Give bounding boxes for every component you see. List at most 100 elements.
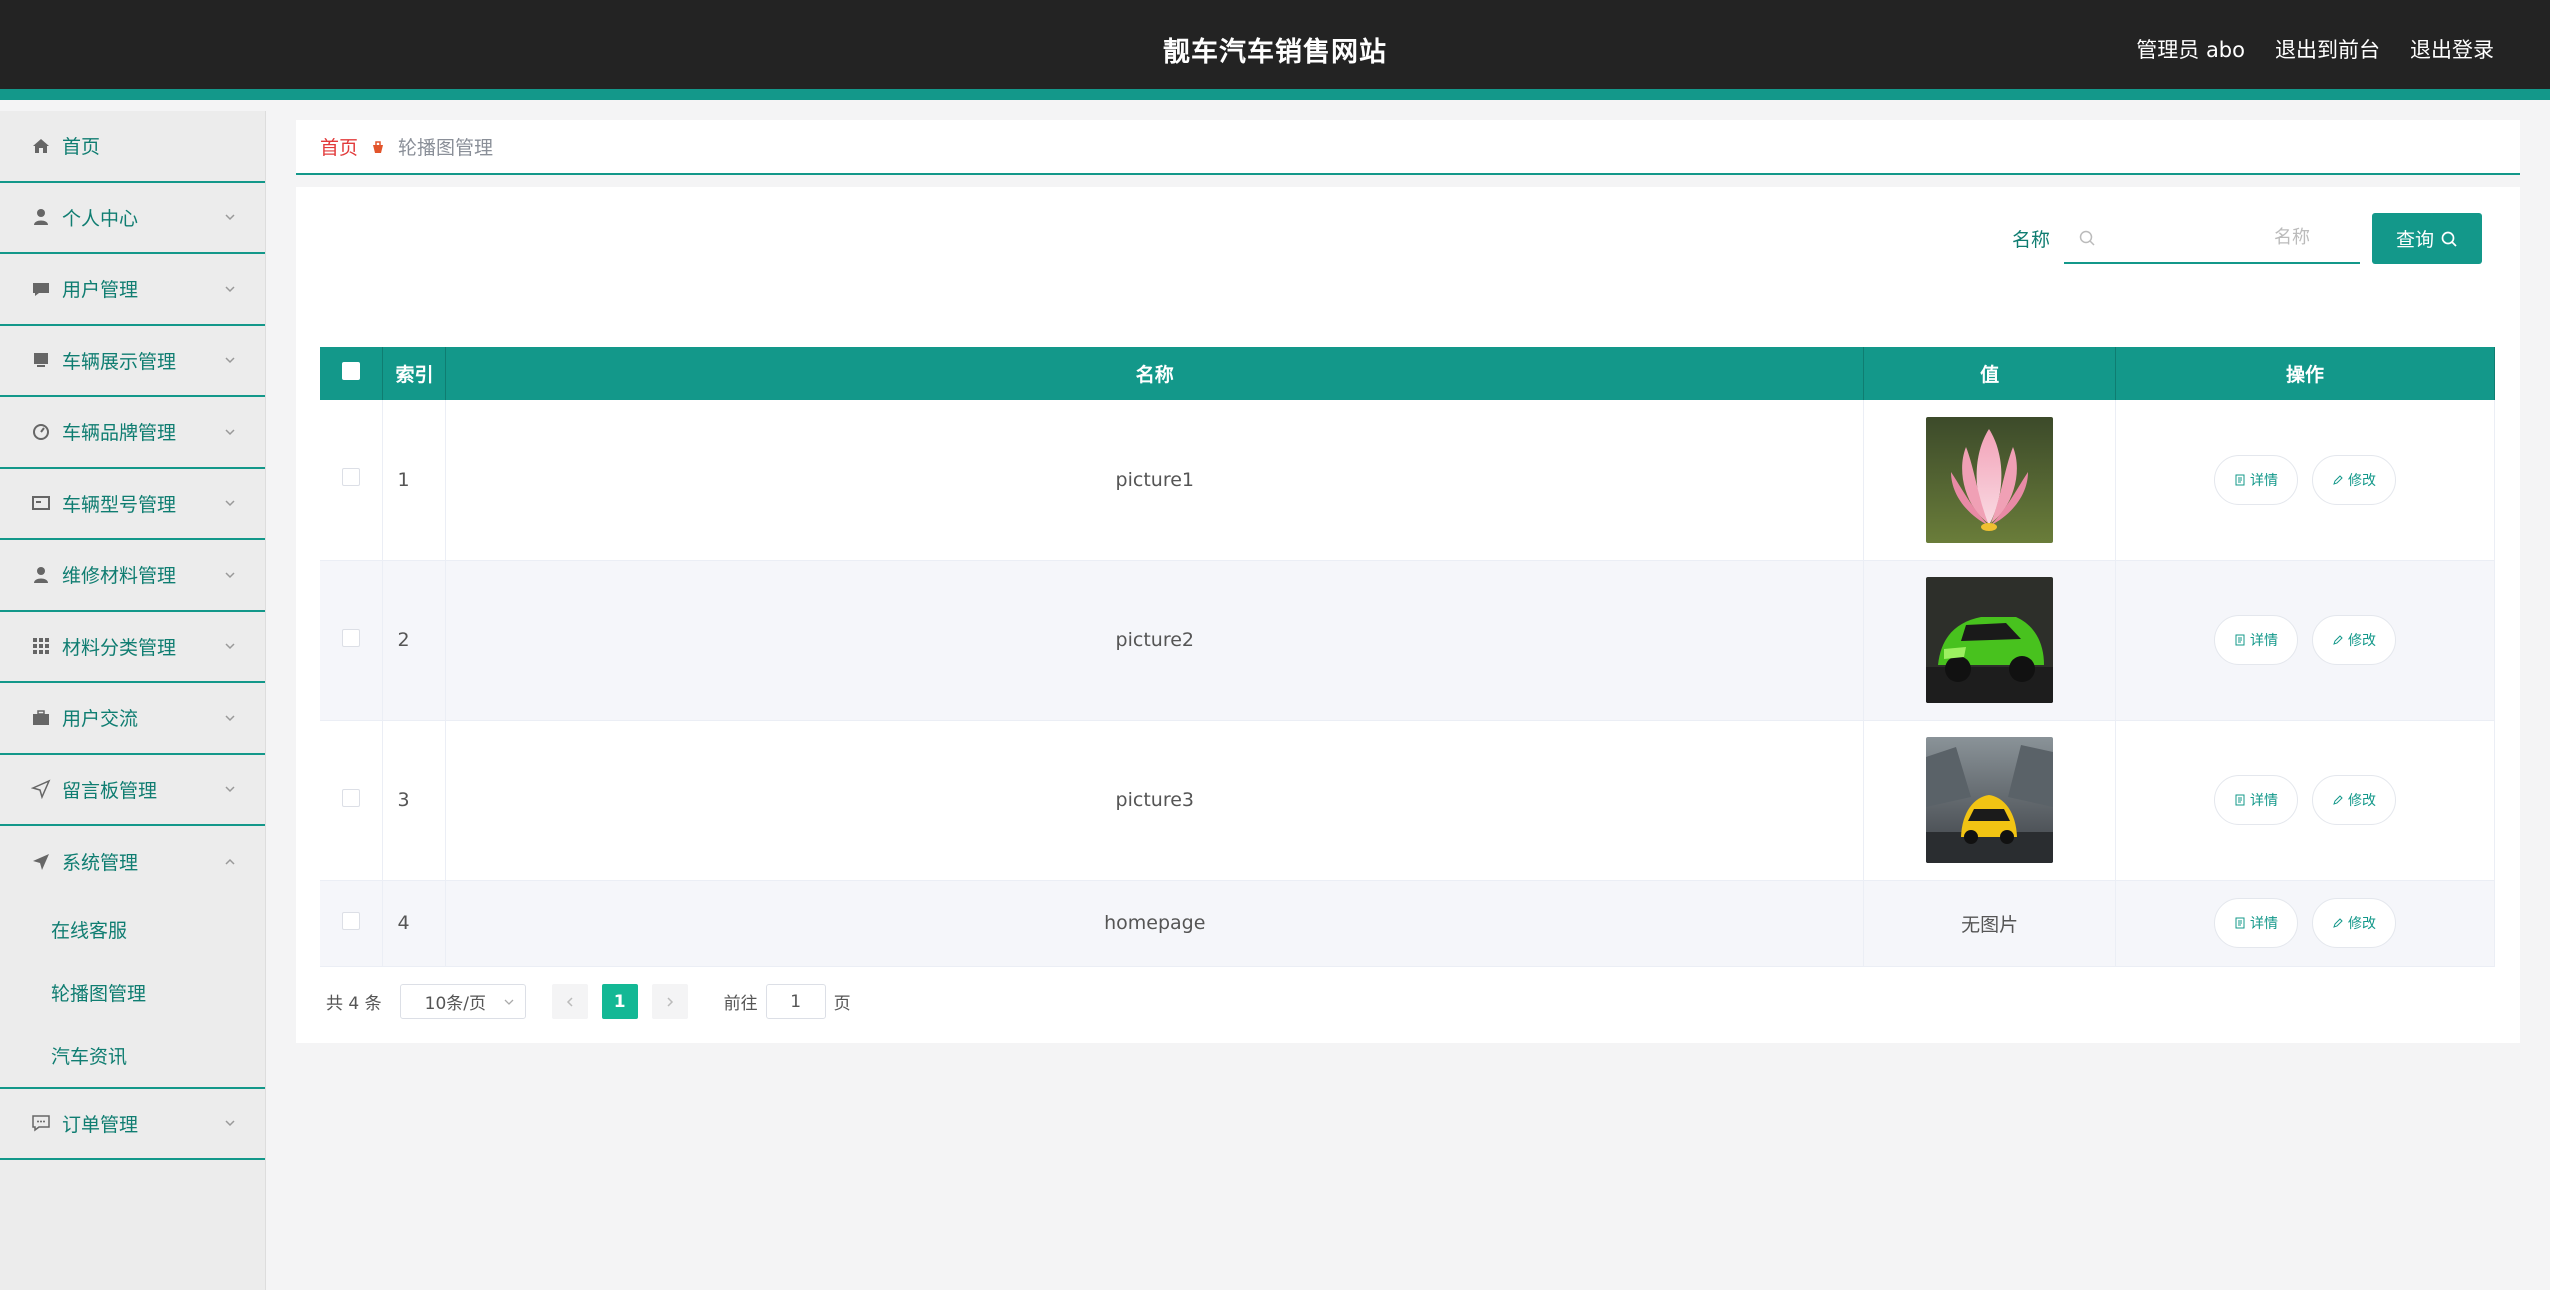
table-row: 3 picture3 详情 修改 [320,720,2495,881]
monitor-icon [30,349,52,371]
sidebar-item-message-board[interactable]: 留言板管理 [0,755,265,826]
row-value-cell [1863,720,2117,881]
compass-icon [30,421,52,443]
detail-button[interactable]: 详情 [2214,775,2298,825]
next-page-button[interactable] [651,984,688,1019]
edit-button[interactable]: 修改 [2312,898,2397,948]
document-icon [2235,794,2245,806]
detail-button[interactable]: 详情 [2214,615,2298,665]
breadcrumb-current: 轮播图管理 [398,137,494,159]
detail-button-label: 详情 [2250,633,2278,649]
row-actions: 详情 修改 [2115,400,2495,561]
sidebar-item-orders[interactable]: 订单管理 [0,1089,265,1160]
sidebar-item-home[interactable]: 首页 [0,111,265,183]
sidebar-item-vehicle-brand[interactable]: 车辆品牌管理 [0,397,265,469]
table-row: 2 picture2 详情 修改 [320,560,2495,721]
edit-icon [2333,635,2343,645]
detail-button-label: 详情 [2250,472,2278,489]
sidebar-subitem-carousel[interactable]: 轮播图管理 [0,961,265,1024]
goto-page-input[interactable] [765,984,826,1019]
sidebar-item-label: 用户管理 [62,279,139,302]
sidebar-item-label: 材料分类管理 [62,636,177,659]
edit-button[interactable]: 修改 [2312,775,2397,825]
top-bar: 靓车汽车销售网站 管理员 abo 退出到前台 退出登录 [0,0,2550,100]
total-count: 共 4 条 [326,994,382,1014]
row-name: homepage [445,880,1865,967]
header-index: 索引 [382,347,447,400]
edit-button-label: 修改 [2348,916,2377,932]
detail-button[interactable]: 详情 [2214,454,2298,505]
sidebar-item-material-category[interactable]: 材料分类管理 [0,612,265,683]
row-checkbox[interactable] [342,628,361,647]
row-name: picture1 [445,400,1865,561]
prev-page-button[interactable] [551,984,588,1019]
chevron-down-icon [225,572,235,578]
row-checkbox[interactable] [342,788,361,807]
row-actions: 详情 修改 [2115,560,2495,721]
home-icon [30,135,52,157]
sidebar-item-repair-materials[interactable]: 维修材料管理 [0,540,265,612]
sidebar-item-label: 首页 [62,136,101,159]
row-checkbox-cell [320,560,384,721]
page-size-select[interactable]: 10条/页 [399,984,526,1019]
edit-icon [2333,475,2343,485]
row-value-cell [1863,400,2117,561]
chevron-left-icon [566,996,573,1007]
logout-link[interactable]: 退出登录 [2410,34,2494,64]
sidebar-item-vehicle-display[interactable]: 车辆展示管理 [0,326,265,397]
edit-button-label: 修改 [2348,633,2377,649]
header-name: 名称 [445,347,1865,400]
header-value: 值 [1863,347,2117,400]
header-operations: 操作 [2115,347,2495,400]
table-row: 4 homepage 无图片 详情 修改 [320,880,2495,967]
chevron-down-icon [504,999,514,1005]
document-icon [2235,474,2245,486]
edit-button[interactable]: 修改 [2312,615,2397,665]
sidebar-item-label: 订单管理 [62,1113,139,1136]
send-icon [30,778,52,800]
table-header-row: 索引 名称 值 操作 [320,347,2495,400]
sidebar-item-label: 系统管理 [62,852,139,875]
detail-button[interactable]: 详情 [2214,898,2298,948]
search-field [2064,213,2360,264]
sidebar-subitem-car-news[interactable]: 汽车资讯 [0,1024,265,1087]
page-number-current[interactable]: 1 [601,984,638,1019]
sidebar-item-personal-center[interactable]: 个人中心 [0,183,265,254]
sidebar-item-label: 车辆型号管理 [62,493,177,516]
row-checkbox[interactable] [342,468,361,487]
detail-button-label: 详情 [2250,916,2278,932]
sidebar-subitem-online-service[interactable]: 在线客服 [0,898,265,961]
search-input[interactable] [2064,213,2360,262]
sidebar-item-vehicle-model[interactable]: 车辆型号管理 [0,469,265,540]
grid-icon [30,635,52,657]
yellow-car-image [1926,737,2054,863]
chevron-down-icon [225,786,235,793]
chevron-up-icon [225,858,235,865]
exit-to-front-link[interactable]: 退出到前台 [2275,34,2380,64]
edit-icon [2333,918,2343,928]
edit-button-label: 修改 [2348,793,2377,809]
row-index: 3 [382,720,447,881]
pagination: 共 4 条 10条/页 1 前往 页 [326,984,851,1019]
sidebar-item-user-exchange[interactable]: 用户交流 [0,683,265,755]
breadcrumb-home[interactable]: 首页 [320,133,358,160]
query-button[interactable]: 查询 [2372,213,2482,264]
chevron-right-icon [667,996,673,1007]
sidebar-item-label: 车辆品牌管理 [62,422,177,445]
user-icon [30,564,52,586]
page-size-value: 10条/页 [424,994,486,1014]
row-checkbox[interactable] [342,911,361,930]
document-icon [2235,917,2245,929]
sidebar-item-system[interactable]: 系统管理 [0,826,265,898]
sidebar-item-users[interactable]: 用户管理 [0,254,265,326]
document-icon [2235,634,2245,646]
card-icon [30,492,52,514]
sidebar-item-label: 个人中心 [62,207,139,230]
select-all-checkbox[interactable] [342,362,361,380]
row-name: picture2 [445,560,1865,721]
row-checkbox-cell [320,400,384,561]
edit-button[interactable]: 修改 [2312,454,2397,505]
row-index: 2 [382,560,447,721]
edit-icon [2333,795,2343,805]
chat-icon [30,278,52,300]
